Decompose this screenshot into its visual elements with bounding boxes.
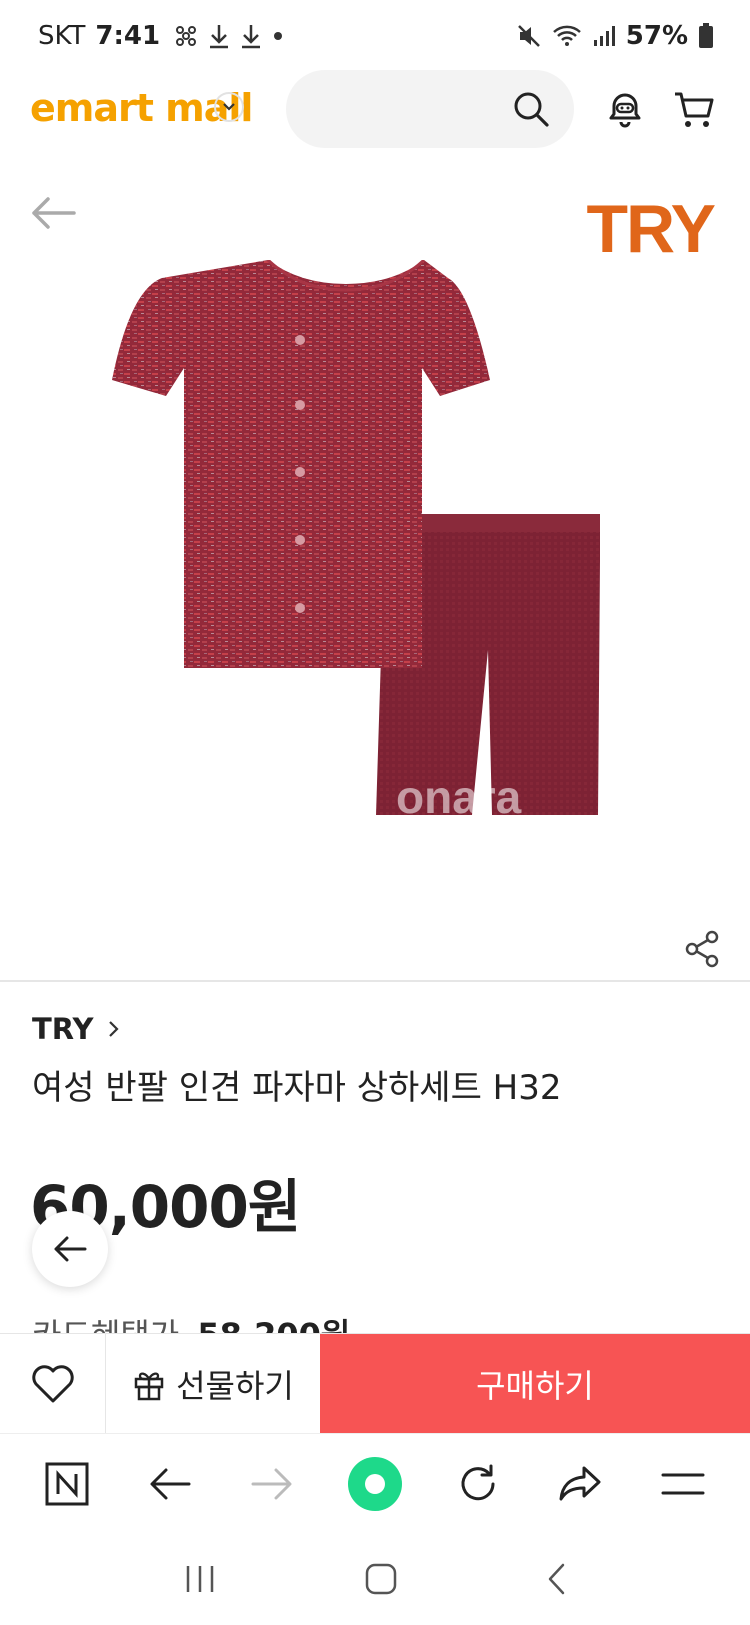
brand-name: TRY [32,1012,94,1046]
refresh-button[interactable] [448,1454,508,1514]
browser-back-button[interactable] [140,1454,200,1514]
purchase-action-bar: 선물하기 구매하기 [0,1333,750,1434]
chevron-right-icon [108,1021,119,1037]
signal-icon [593,26,615,46]
forward-icon [251,1468,292,1499]
carrier-label: SKT [38,21,86,51]
notification-bell-icon[interactable] [603,88,647,132]
download-icon [242,25,261,49]
search-icon[interactable] [512,90,550,128]
dot-icon [274,32,283,40]
share-icon [559,1466,601,1500]
product-image [112,260,600,815]
home-icon[interactable] [364,1562,398,1596]
share-icon[interactable] [684,930,720,968]
search-bar[interactable] [286,70,574,148]
buy-button[interactable]: 구매하기 [320,1334,750,1434]
menu-icon [661,1473,705,1494]
heart-icon [31,1365,74,1403]
mute-icon [517,25,540,47]
floating-back-button[interactable] [32,1211,108,1287]
product-title: 여성 반팔 인견 파자마 상하세트 H32 [32,1068,562,1108]
chevron-down-icon[interactable] [214,92,244,122]
gift-button[interactable]: 선물하기 [106,1334,320,1434]
brand-logo: TRY [586,191,716,267]
wishlist-button[interactable] [0,1334,106,1434]
wifi-icon [552,25,581,46]
system-navigation-bar [0,1533,750,1625]
back-arrow-icon[interactable] [30,196,76,230]
green-dot-icon [347,1456,402,1511]
naver-home-button[interactable] [37,1454,97,1514]
brand-link[interactable]: TRY [32,1012,120,1046]
browser-forward-button[interactable] [242,1454,302,1514]
gift-label: 선물하기 [176,1367,294,1405]
battery-icon [699,23,713,48]
browser-toolbar [0,1433,750,1533]
battery-percent: 57% [625,21,688,51]
status-icons-right: 57% [516,21,714,51]
back-icon [150,1468,191,1499]
browser-menu-button[interactable] [653,1454,713,1514]
back-arrow-icon [54,1236,87,1262]
recent-apps-icon[interactable] [183,1564,217,1594]
search-input[interactable] [310,88,510,130]
cart-icon[interactable] [672,88,716,132]
gift-icon [134,1372,164,1401]
clock: 7:41 [95,21,161,51]
status-icons-left [174,23,284,49]
app-header: emart mall [0,68,750,152]
naver-n-icon [45,1462,89,1505]
browser-share-button[interactable] [550,1454,610,1514]
status-bar: SKT 7:41 57% [0,0,750,72]
system-back-icon[interactable] [545,1562,567,1596]
refresh-icon [461,1464,495,1500]
download-icon [210,25,229,49]
buy-label: 구매하기 [476,1367,594,1405]
fan-icon [176,26,197,46]
product-image-gallery[interactable]: TRY onara [0,160,750,980]
watermark-text: onara [396,771,522,823]
section-divider [0,980,750,982]
green-dot-button[interactable] [345,1454,405,1514]
